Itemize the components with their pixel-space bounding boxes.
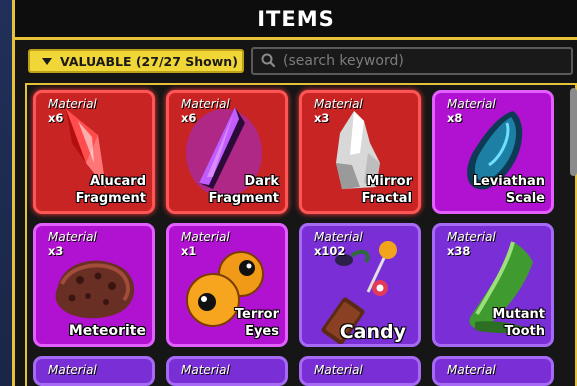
scrollbar[interactable] <box>570 88 577 176</box>
item-category: Material <box>48 230 97 244</box>
item-quantity: x3 <box>48 244 64 258</box>
item-tile[interactable]: Material <box>299 356 421 386</box>
item-quantity: x6 <box>48 111 64 125</box>
item-tile[interactable]: Material <box>33 356 155 386</box>
item-quantity: x3 <box>314 111 330 125</box>
search-input[interactable] <box>279 52 571 70</box>
item-quantity: x102 <box>314 244 346 258</box>
item-category: Material <box>314 97 363 111</box>
search-icon <box>261 53 276 68</box>
item-name: Mirror Fractal <box>361 174 412 206</box>
item-category: Material <box>447 97 496 111</box>
item-quantity: x6 <box>181 111 197 125</box>
page-title: ITEMS <box>257 6 335 31</box>
item-name: Candy <box>339 321 406 343</box>
item-name: Alucard Fragment <box>75 174 146 206</box>
item-tile[interactable]: Material <box>432 356 554 386</box>
item-tile-candy[interactable]: Material x102 Candy <box>299 223 421 347</box>
item-category: Material <box>181 230 230 244</box>
item-name: Mutant Tooth <box>492 307 545 339</box>
item-tile-terror-eyes[interactable]: Material x1 Terror Eyes <box>166 223 288 347</box>
item-tile-alucard-fragment[interactable]: Material x6 Alucard Fragment <box>33 90 155 214</box>
item-category: Material <box>314 363 363 377</box>
item-name: Dark Fragment <box>208 174 279 206</box>
item-name: Terror Eyes <box>234 307 279 339</box>
item-category: Material <box>48 363 97 377</box>
item-quantity: x38 <box>447 244 471 258</box>
item-tile-mirror-fractal[interactable]: Material x3 Mirror Fractal <box>299 90 421 214</box>
items-grid: Material x6 Alucard Fragment Material x6 … <box>25 83 577 386</box>
item-tile[interactable]: Material <box>166 356 288 386</box>
items-panel: ITEMS VALUABLE (27/27 Shown) Material x6… <box>12 0 577 386</box>
item-category: Material <box>48 97 97 111</box>
item-tile-meteorite[interactable]: Material x3 Meteorite <box>33 223 155 347</box>
item-tile-mutant-tooth[interactable]: Material x38 Mutant Tooth <box>432 223 554 347</box>
dropdown-arrow-icon <box>42 57 52 65</box>
item-name: Meteorite <box>68 323 146 339</box>
item-quantity: x1 <box>181 244 197 258</box>
item-category: Material <box>181 363 230 377</box>
item-category: Material <box>314 230 363 244</box>
item-category: Material <box>181 97 230 111</box>
item-category: Material <box>447 363 496 377</box>
search-box[interactable] <box>251 47 573 75</box>
filter-label: VALUABLE (27/27 Shown) <box>60 53 238 69</box>
category-filter-dropdown[interactable]: VALUABLE (27/27 Shown) <box>28 49 244 73</box>
item-name: Leviathan Scale <box>472 174 545 206</box>
items-header: ITEMS <box>15 0 577 40</box>
item-tile-leviathan-scale[interactable]: Material x8 Leviathan Scale <box>432 90 554 214</box>
item-quantity: x8 <box>447 111 463 125</box>
item-category: Material <box>447 230 496 244</box>
item-tile-dark-fragment[interactable]: Material x6 Dark Fragment <box>166 90 288 214</box>
